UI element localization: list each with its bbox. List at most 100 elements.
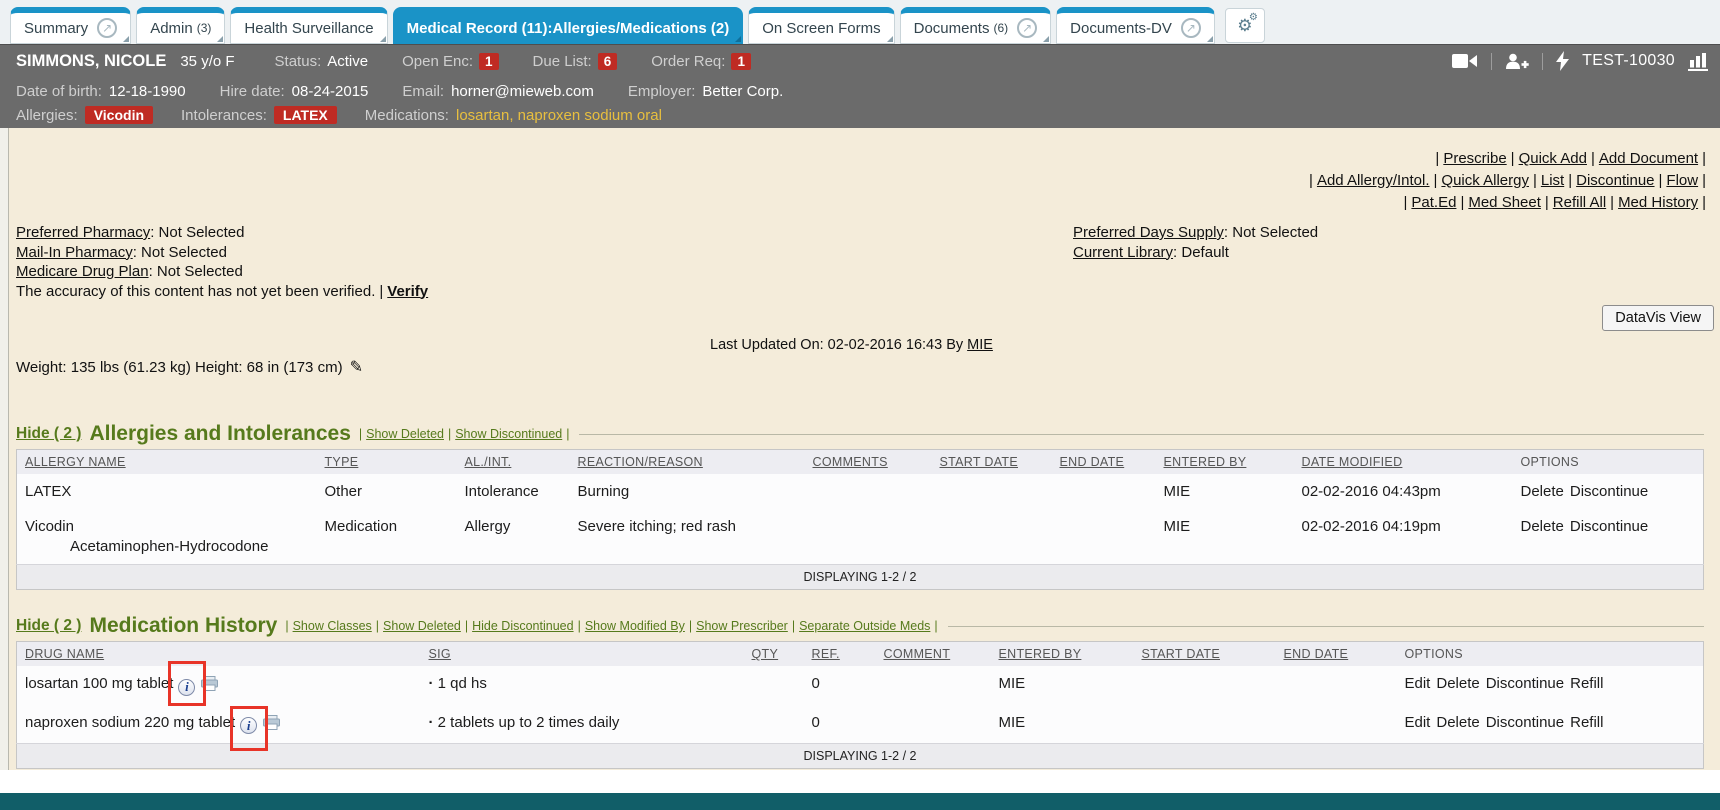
col-entered-by[interactable]: ENTERED BY	[1156, 450, 1294, 475]
col-start-date[interactable]: START DATE	[1134, 642, 1276, 667]
lightning-bolt-icon[interactable]	[1556, 51, 1569, 71]
bar-chart-icon[interactable]	[1688, 52, 1710, 71]
drug-info-icon[interactable]: i	[178, 679, 195, 696]
preferred-days-supply-link[interactable]: Preferred Days Supply	[1073, 224, 1224, 241]
tab-documents-dv[interactable]: Documents-DV ↗	[1056, 7, 1215, 44]
prescribe-link[interactable]: Prescribe	[1443, 150, 1506, 167]
delete-link[interactable]: Delete	[1436, 714, 1479, 731]
show-classes-link[interactable]: Show Classes	[293, 619, 372, 633]
separator	[689, 619, 692, 633]
print-icon[interactable]	[201, 676, 218, 691]
intolerance-badge[interactable]: LATEX	[274, 106, 337, 124]
pat-ed-link[interactable]: Pat.Ed	[1411, 194, 1456, 211]
col-type[interactable]: TYPE	[317, 450, 457, 475]
updated-by-link[interactable]: MIE	[967, 337, 993, 353]
col-reaction[interactable]: REACTION/REASON	[570, 450, 805, 475]
col-end-date[interactable]: END DATE	[1052, 450, 1156, 475]
col-al-int[interactable]: AL./INT.	[457, 450, 570, 475]
col-qty[interactable]: QTY	[744, 642, 804, 667]
refill-link[interactable]: Refill	[1570, 675, 1603, 692]
delete-link[interactable]: Delete	[1521, 518, 1564, 535]
flow-link[interactable]: Flow	[1666, 172, 1698, 189]
tab-summary[interactable]: Summary ↗	[10, 7, 131, 44]
discontinue-link[interactable]: Discontinue	[1486, 714, 1564, 731]
med-sheet-link[interactable]: Med Sheet	[1468, 194, 1541, 211]
add-allergy-intol-link[interactable]: Add Allergy/Intol.	[1317, 172, 1430, 189]
quick-allergy-link[interactable]: Quick Allergy	[1441, 172, 1529, 189]
list-link[interactable]: List	[1541, 172, 1564, 189]
preferred-pharmacy-link[interactable]: Preferred Pharmacy	[16, 224, 150, 241]
tab-on-screen-forms[interactable]: On Screen Forms	[748, 7, 894, 44]
current-library-link[interactable]: Current Library	[1073, 244, 1173, 261]
allergies-hide-link[interactable]: Hide ( 2 )	[16, 425, 81, 443]
entered-by-cell: MIE	[991, 666, 1134, 705]
tab-health-surveillance[interactable]: Health Surveillance	[230, 7, 387, 44]
discontinue-link[interactable]: Discontinue	[1570, 518, 1648, 535]
show-modified-by-link[interactable]: Show Modified By	[585, 619, 685, 633]
col-allergy-name[interactable]: ALLERGY NAME	[17, 450, 317, 475]
drug-info-icon[interactable]: i	[240, 717, 257, 734]
discontinue-link[interactable]: Discontinue	[1570, 483, 1648, 500]
quick-add-link[interactable]: Quick Add	[1519, 150, 1587, 167]
open-new-window-icon[interactable]: ↗	[1017, 18, 1037, 38]
edit-link[interactable]: Edit	[1405, 675, 1431, 692]
open-new-window-icon[interactable]: ↗	[1181, 18, 1201, 38]
discontinue-link[interactable]: Discontinue	[1576, 172, 1654, 189]
medications-value[interactable]: losartan, naproxen sodium oral	[456, 107, 662, 124]
show-prescriber-link[interactable]: Show Prescriber	[696, 619, 788, 633]
col-ref[interactable]: REF.	[804, 642, 876, 667]
medications-hide-link[interactable]: Hide ( 2 )	[16, 617, 81, 635]
tab-admin[interactable]: Admin (3)	[136, 7, 225, 44]
separate-outside-meds-link[interactable]: Separate Outside Meds	[799, 619, 930, 633]
type-cell: Other	[317, 474, 457, 509]
tab-documents[interactable]: Documents (6) ↗	[900, 7, 1052, 44]
allergy-badge[interactable]: Vicodin	[85, 106, 153, 124]
separator	[1533, 172, 1537, 189]
video-camera-icon[interactable]	[1452, 53, 1478, 69]
order-req-label: Order Req:	[651, 53, 725, 70]
medications-table: DRUG NAME SIG QTY REF. COMMENT ENTERED B…	[16, 641, 1704, 769]
med-history-link[interactable]: Med History	[1618, 194, 1698, 211]
separator	[376, 619, 379, 633]
col-comments[interactable]: COMMENTS	[805, 450, 932, 475]
edit-pencil-icon[interactable]: ✎	[350, 359, 363, 376]
refill-link[interactable]: Refill	[1570, 714, 1603, 731]
discontinue-link[interactable]: Discontinue	[1486, 675, 1564, 692]
separator	[1702, 172, 1706, 189]
datavis-view-button[interactable]: DataVis View	[1602, 305, 1714, 331]
col-end-date[interactable]: END DATE	[1276, 642, 1397, 667]
delete-link[interactable]: Delete	[1521, 483, 1564, 500]
open-enc-badge[interactable]: 1	[479, 53, 499, 70]
mail-in-pharmacy-link[interactable]: Mail-In Pharmacy	[16, 244, 133, 261]
settings-button[interactable]: ⚙ ⚙	[1225, 8, 1265, 43]
col-entered-by[interactable]: ENTERED BY	[991, 642, 1134, 667]
due-list-badge[interactable]: 6	[598, 53, 618, 70]
medicare-drug-plan-link[interactable]: Medicare Drug Plan	[16, 263, 149, 280]
print-icon[interactable]	[263, 715, 280, 730]
tab-medical-record-active[interactable]: Medical Record (11):Allergies/Medication…	[393, 7, 744, 44]
edit-link[interactable]: Edit	[1405, 714, 1431, 731]
options-cell: Delete Discontinue	[1513, 509, 1704, 565]
refill-all-link[interactable]: Refill All	[1553, 194, 1606, 211]
add-user-icon[interactable]	[1505, 53, 1529, 70]
show-discontinued-link[interactable]: Show Discontinued	[455, 427, 562, 441]
separator	[448, 427, 451, 441]
show-deleted-link[interactable]: Show Deleted	[366, 427, 444, 441]
col-start-date[interactable]: START DATE	[932, 450, 1052, 475]
col-comment[interactable]: COMMENT	[876, 642, 991, 667]
col-date-modified[interactable]: DATE MODIFIED	[1294, 450, 1513, 475]
qty-cell	[744, 666, 804, 705]
order-req-badge[interactable]: 1	[731, 53, 751, 70]
verify-link[interactable]: Verify	[387, 283, 428, 300]
allergy-name-cell: Vicodin Acetaminophen-Hydrocodone	[17, 509, 317, 565]
type-cell: Medication	[317, 509, 457, 565]
show-deleted-link[interactable]: Show Deleted	[383, 619, 461, 633]
col-sig[interactable]: SIG	[421, 642, 744, 667]
allergies-section: Hide ( 2 ) Allergies and Intolerances Sh…	[16, 422, 1704, 590]
reaction-cell: Burning	[570, 474, 805, 509]
delete-link[interactable]: Delete	[1436, 675, 1479, 692]
add-document-link[interactable]: Add Document	[1599, 150, 1698, 167]
hide-discontinued-link[interactable]: Hide Discontinued	[472, 619, 573, 633]
open-new-window-icon[interactable]: ↗	[97, 18, 117, 38]
col-drug-name[interactable]: DRUG NAME	[17, 642, 421, 667]
